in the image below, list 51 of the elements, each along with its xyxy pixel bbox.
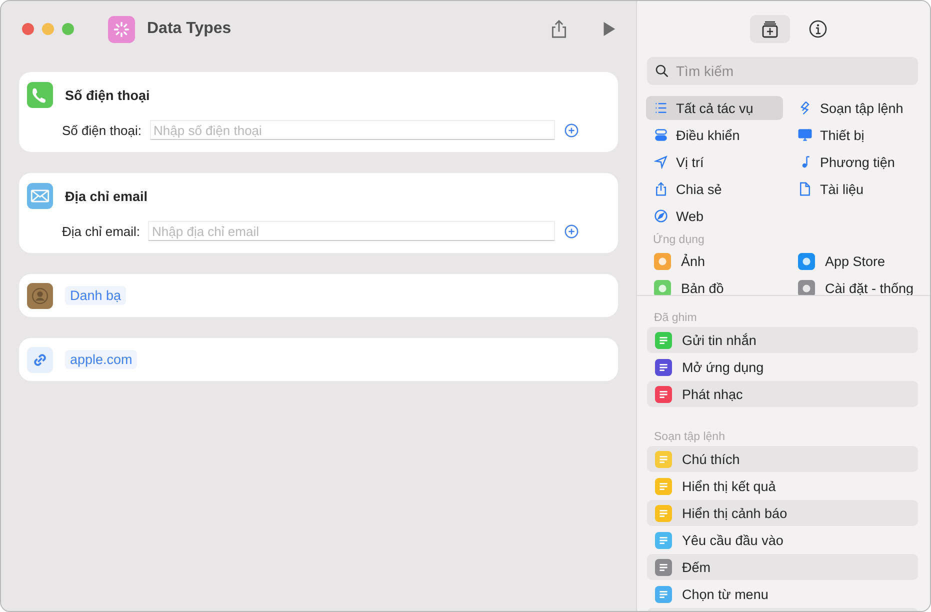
action-item[interactable]: Phát nhạc xyxy=(647,381,918,407)
category-icon xyxy=(654,155,668,169)
category-item[interactable]: Tài liệu xyxy=(790,177,918,201)
app-item[interactable]: Bản đồ xyxy=(646,276,783,295)
add-icon[interactable] xyxy=(564,224,579,238)
action-item[interactable]: Chú thích xyxy=(647,446,918,472)
share-icon[interactable] xyxy=(550,19,568,39)
action-item[interactable]: Hiển thị cảnh báo xyxy=(647,500,918,526)
action-item[interactable]: Gửi tin nhắn xyxy=(647,327,918,353)
category-item[interactable]: Chia sẻ xyxy=(646,177,783,201)
search-icon xyxy=(655,64,669,78)
info-icon[interactable] xyxy=(808,19,828,39)
app-item[interactable]: Cài đặt - thống xyxy=(790,276,918,295)
category-icon xyxy=(654,209,668,223)
action-item[interactable]: Chọn từ menu xyxy=(647,581,918,607)
action-item[interactable]: Đếm xyxy=(647,554,918,580)
category-icon xyxy=(798,101,812,115)
category-item[interactable]: Thiết bị xyxy=(790,123,918,147)
section-heading: Soạn tập lệnh xyxy=(654,431,726,443)
play-icon[interactable] xyxy=(602,21,616,37)
category-item[interactable]: Soạn tập lệnh xyxy=(790,96,918,120)
category-icon xyxy=(798,128,812,142)
category-item[interactable]: Điều khiển xyxy=(646,123,783,147)
input-field[interactable]: Nhập địa chỉ email xyxy=(148,221,555,241)
category-item[interactable]: Phương tiện xyxy=(790,150,918,174)
category-item[interactable]: Vị trí xyxy=(646,150,783,174)
action-item[interactable]: Hiển thị kết quả xyxy=(647,473,918,499)
category-icon xyxy=(654,128,668,142)
card-title: Địa chỉ email xyxy=(65,188,148,204)
input-field[interactable]: Nhập số điện thoại xyxy=(150,120,555,140)
field-label: Địa chỉ email: xyxy=(62,224,140,238)
window-title: Data Types xyxy=(147,20,232,38)
category-icon xyxy=(654,101,668,115)
sparkle-app-icon xyxy=(108,16,135,42)
section-heading: Ứng dụng xyxy=(653,234,706,246)
library-icon xyxy=(760,19,780,39)
section-heading: Đã ghim xyxy=(654,312,698,324)
library-button[interactable] xyxy=(750,15,790,43)
app-item[interactable]: Ảnh xyxy=(646,249,783,273)
add-icon[interactable] xyxy=(564,122,579,138)
action-item[interactable]: Mở ứng dụng xyxy=(647,354,918,380)
category-item[interactable]: Tất cả tác vụ xyxy=(646,96,783,120)
app-item[interactable]: App Store xyxy=(790,249,918,273)
category-item[interactable]: Web xyxy=(646,204,783,228)
card-title: Số điện thoại xyxy=(65,88,150,102)
category-icon xyxy=(798,182,812,196)
search-field[interactable]: Tìm kiếm xyxy=(647,57,918,85)
action-item[interactable]: Yêu cầu đầu vào xyxy=(647,527,918,553)
category-icon xyxy=(654,182,668,196)
close-button[interactable] xyxy=(22,23,34,35)
field-label: Số điện thoại: xyxy=(62,122,142,138)
